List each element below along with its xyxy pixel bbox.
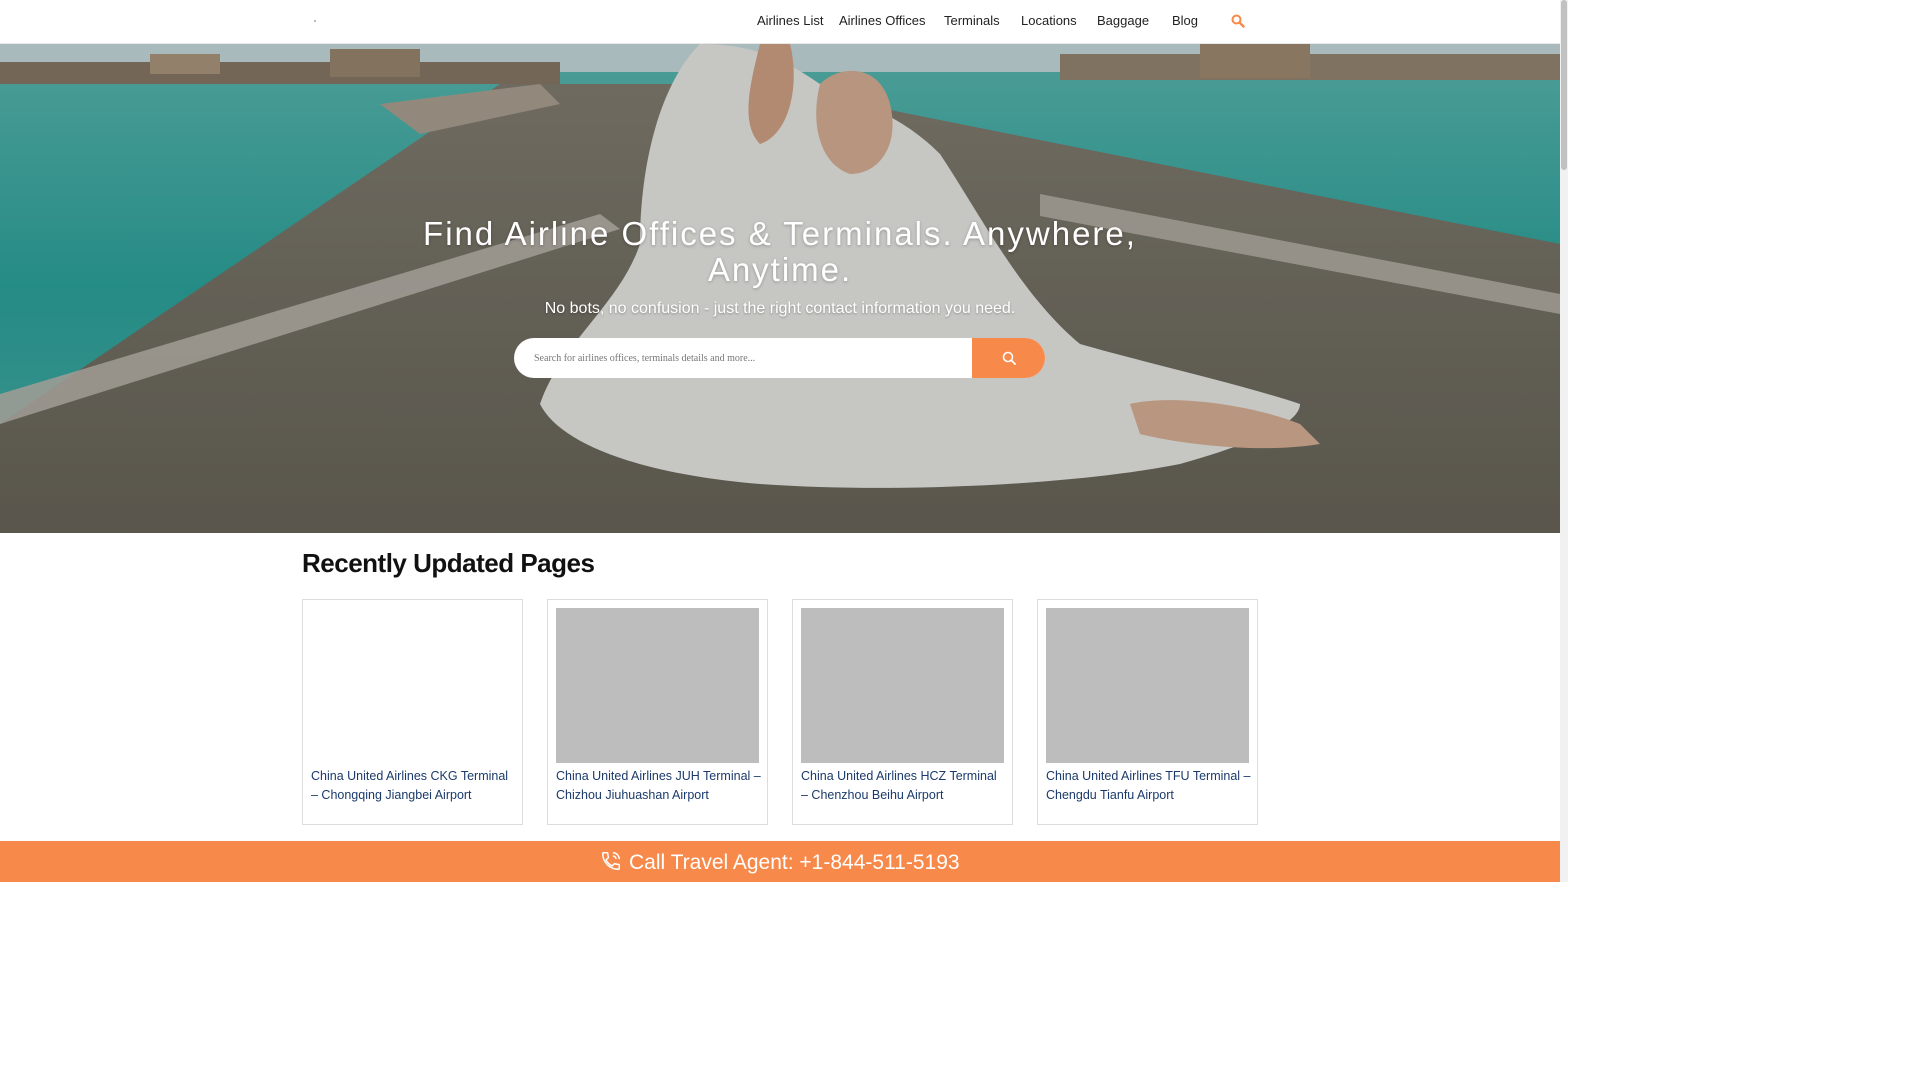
hero-search-form	[514, 338, 1045, 378]
page-card: China United Airlines JUH Terminal – Chi…	[547, 599, 768, 825]
card-thumbnail[interactable]	[1046, 608, 1249, 763]
site-logo[interactable]	[314, 20, 316, 22]
search-icon	[1002, 351, 1016, 365]
card-title-link[interactable]: China United Airlines TFU Terminal – Che…	[1046, 767, 1251, 805]
nav-blog[interactable]: Blog	[1172, 13, 1198, 29]
scrollbar-thumb[interactable]	[1561, 0, 1567, 170]
call-agent-bar[interactable]: Call Travel Agent: +1-844-511-5193	[0, 841, 1560, 882]
card-title-link[interactable]: China United Airlines JUH Terminal – Chi…	[556, 767, 761, 805]
nav-airlines-offices[interactable]: Airlines Offices	[839, 13, 925, 29]
hero-subtitle: No bots, no confusion - just the right c…	[544, 300, 1016, 317]
hero-search-input[interactable]	[514, 338, 972, 378]
phone-icon	[600, 850, 622, 877]
hero-search-button[interactable]	[972, 338, 1045, 378]
card-thumbnail[interactable]	[556, 608, 759, 763]
page-card: China United Airlines HCZ Terminal – Che…	[792, 599, 1013, 825]
search-icon[interactable]	[1231, 14, 1245, 28]
section-title: Recently Updated Pages	[302, 548, 595, 578]
call-agent-text[interactable]: Call Travel Agent: +1-844-511-5193	[629, 850, 960, 876]
nav-terminals[interactable]: Terminals	[944, 13, 1000, 29]
site-header: Airlines List Airlines Offices Terminals…	[0, 0, 1560, 44]
card-title-link[interactable]: China United Airlines HCZ Terminal – Che…	[801, 767, 1006, 805]
card-title-link[interactable]: China United Airlines CKG Terminal – Cho…	[311, 767, 516, 805]
card-thumbnail[interactable]	[311, 608, 514, 763]
page-card: China United Airlines TFU Terminal – Che…	[1037, 599, 1258, 825]
nav-locations[interactable]: Locations	[1021, 13, 1077, 29]
hero-banner: Find Airline Offices & Terminals. Anywhe…	[0, 44, 1560, 533]
page-card: China United Airlines CKG Terminal – Cho…	[302, 599, 523, 825]
hero-title: Find Airline Offices & Terminals. Anywhe…	[423, 215, 1137, 288]
nav-baggage[interactable]: Baggage	[1097, 13, 1149, 29]
card-thumbnail[interactable]	[801, 608, 1004, 763]
nav-airlines-list[interactable]: Airlines List	[757, 13, 823, 29]
page-scrollbar[interactable]	[1560, 0, 1568, 882]
